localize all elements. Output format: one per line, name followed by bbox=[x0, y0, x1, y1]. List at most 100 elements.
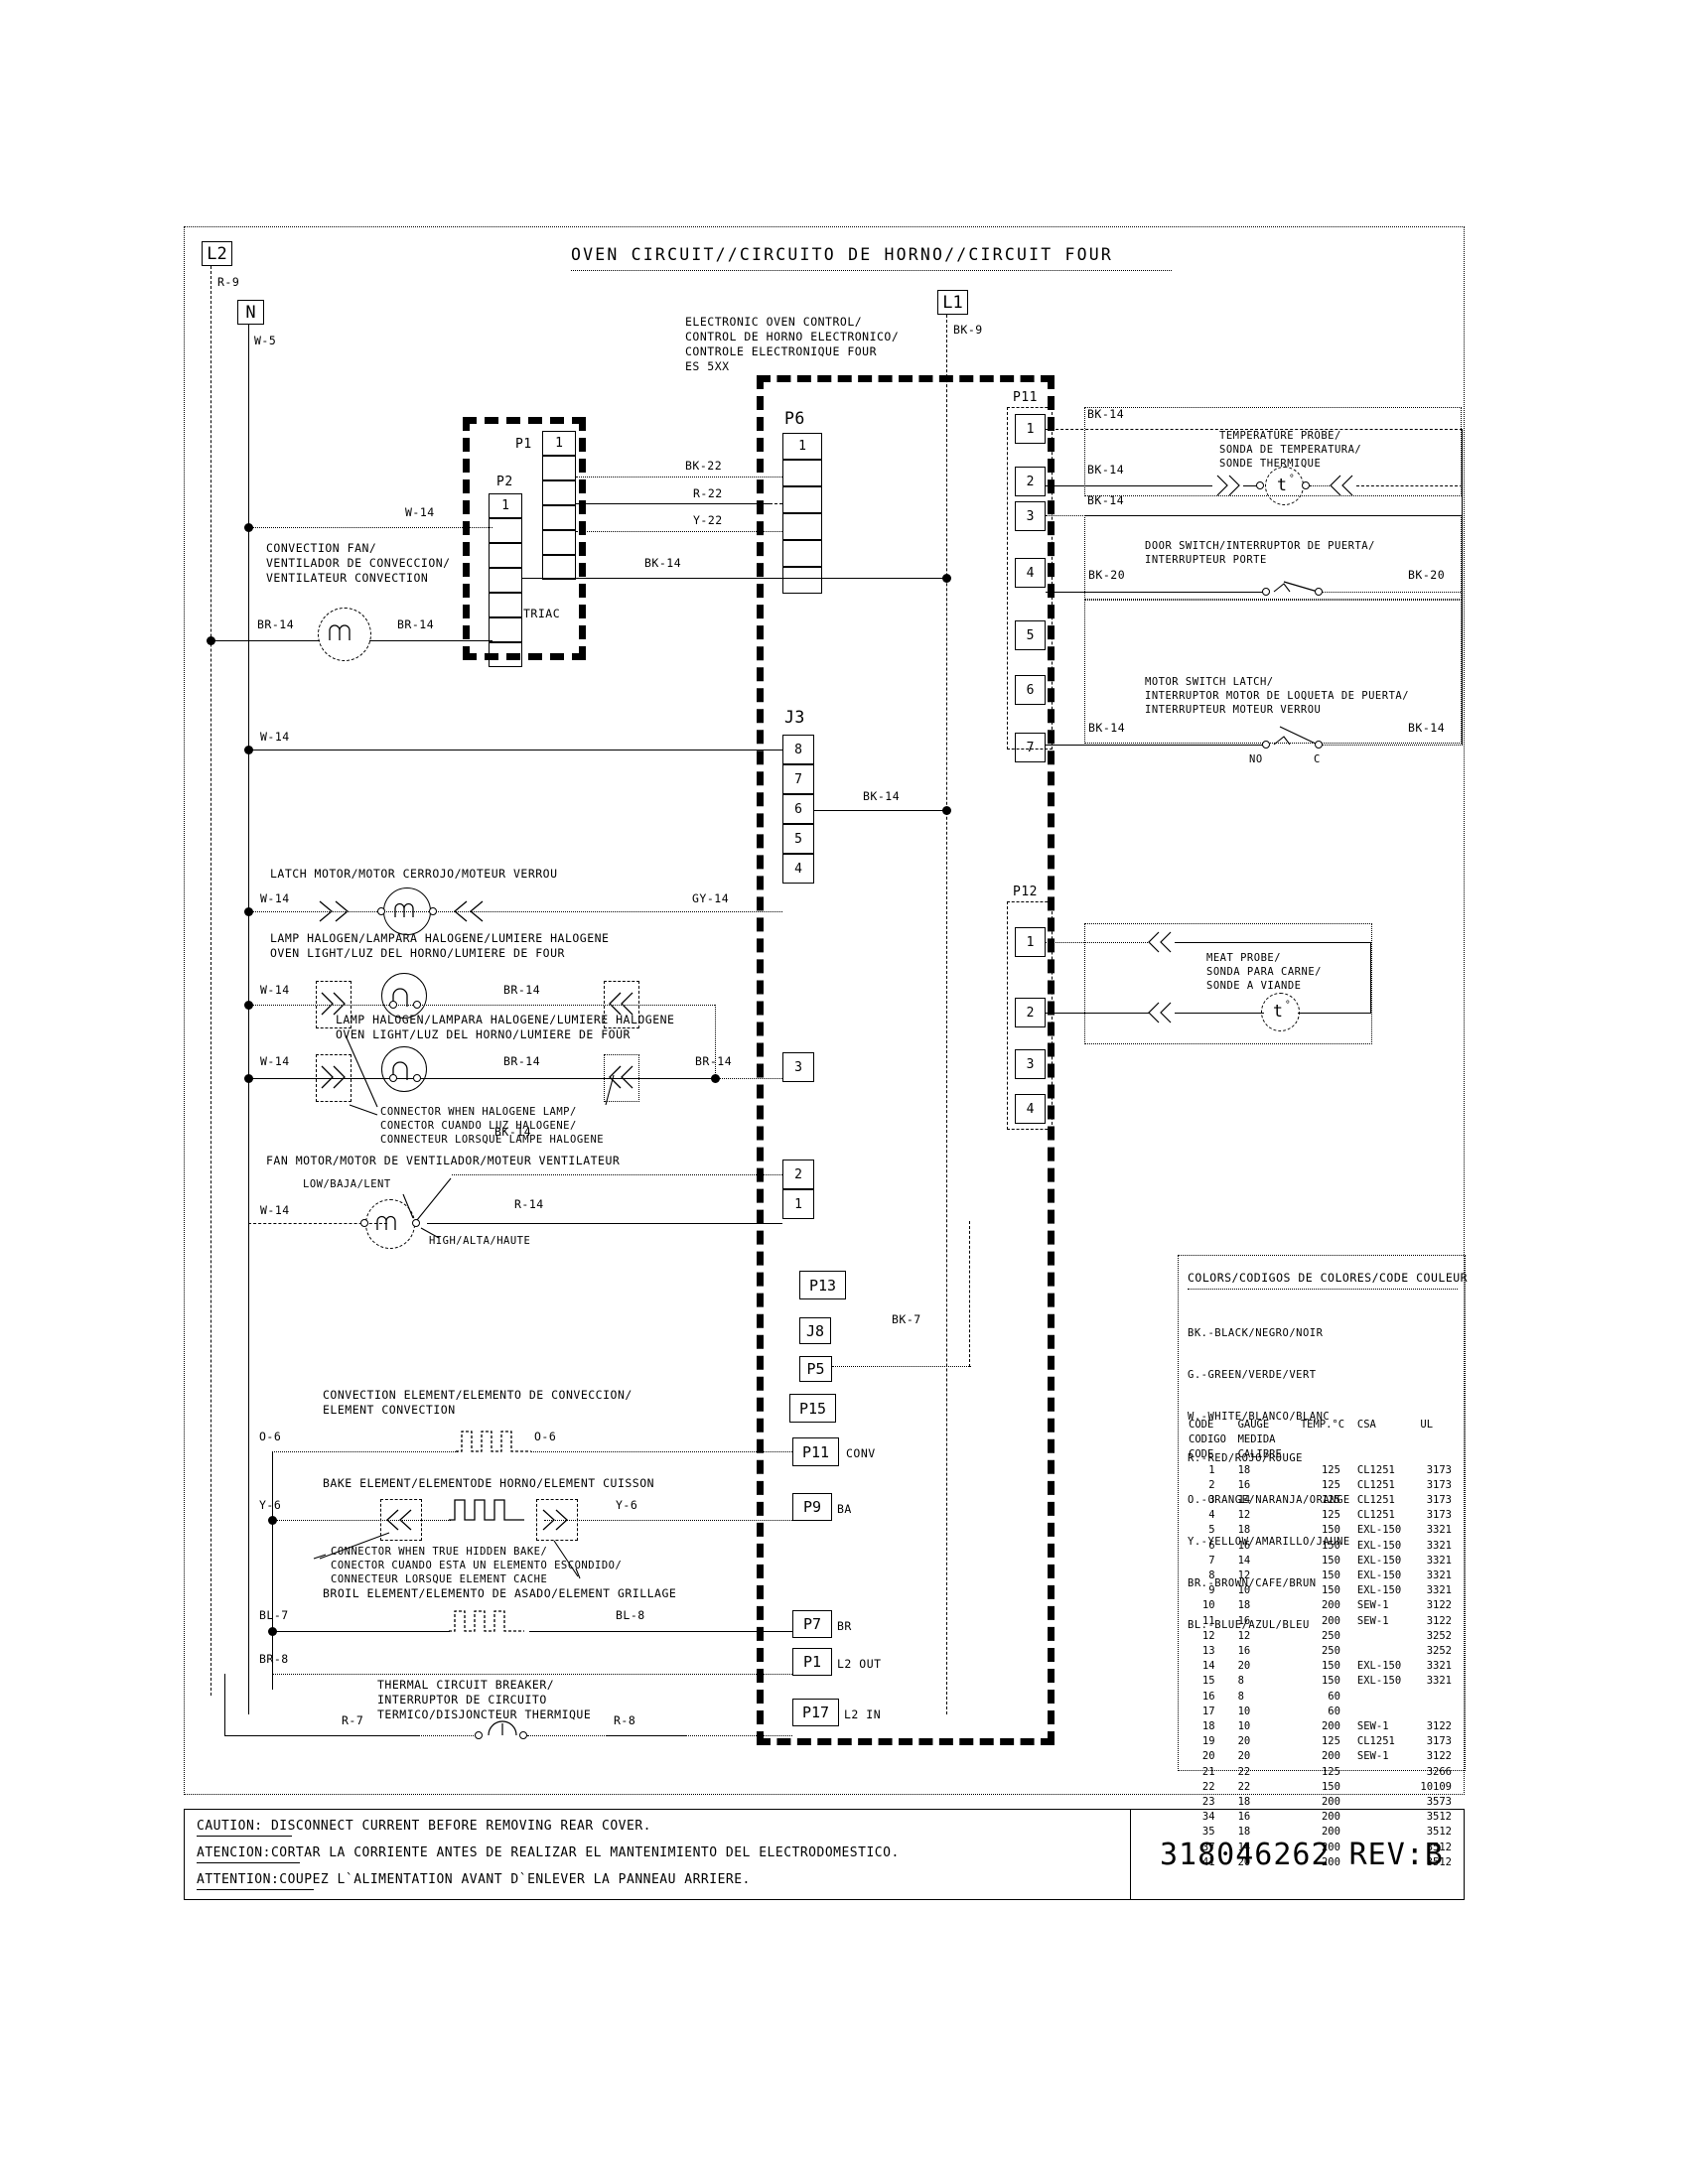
gauge-cell-temp: 200 bbox=[1321, 1599, 1340, 1612]
connector-p11-right-pin-6: 6 bbox=[1015, 675, 1046, 705]
gauge-cell-ul: 3321 bbox=[1426, 1554, 1452, 1567]
gauge-cell-csa: EXL-150 bbox=[1356, 1584, 1402, 1597]
fan-motor-low-label: LOW/BAJA/LENT bbox=[303, 1178, 391, 1190]
connector-p1-label: P1 bbox=[515, 437, 532, 452]
gauge-cell-ul: 3321 bbox=[1426, 1675, 1452, 1688]
legend-color-1: G.-GREEN/VERDE/VERT bbox=[1188, 1369, 1317, 1381]
fan-motor-term-left bbox=[360, 1219, 368, 1227]
gauge-cell-temp: 150 bbox=[1321, 1554, 1340, 1567]
connector-p1-pin-6 bbox=[542, 555, 576, 580]
terminal-n: N bbox=[237, 300, 264, 325]
gauge-cell-temp: 150 bbox=[1321, 1660, 1340, 1673]
connector-p1-l2out-label: P1 bbox=[802, 1653, 822, 1671]
gauge-table-row: 15 8 150 EXL-150 3321 bbox=[1188, 1674, 1458, 1689]
gauge-cell-code: 5 bbox=[1208, 1524, 1215, 1537]
wire-tag-bk7: BK-7 bbox=[892, 1312, 921, 1326]
gauge-cell-temp: 150 bbox=[1321, 1675, 1340, 1688]
connector-p6-pin-5 bbox=[782, 540, 822, 567]
wire-tcb-to-p17 bbox=[686, 1735, 792, 1736]
connector-p17-label: P17 bbox=[801, 1704, 830, 1721]
connector-p12-right-pin-2: 2 bbox=[1015, 998, 1046, 1027]
temperature-probe-label: TEMPERATURE PROBE/ SONDA DE TEMPERATURA/… bbox=[1219, 430, 1362, 470]
connector-p11-right-pin-7: 7 bbox=[1015, 733, 1046, 762]
wire-tag-bk14-j3-6: BK-14 bbox=[863, 789, 901, 803]
meat-probe-glyph: t bbox=[1273, 1002, 1284, 1021]
gauge-cell-ul: 3122 bbox=[1426, 1720, 1452, 1733]
terminal-l2: L2 bbox=[202, 241, 232, 266]
temp-probe-term-right bbox=[1302, 481, 1310, 489]
wire-p11-2-left bbox=[1046, 485, 1212, 486]
connector-p12-right-label: P12 bbox=[1013, 885, 1038, 899]
wire-bake-element-right bbox=[544, 1520, 792, 1521]
gauge-cell-gauge: 16 bbox=[1237, 1539, 1251, 1552]
gauge-cell-temp: 200 bbox=[1321, 1796, 1340, 1809]
gauge-cell-temp: 125 bbox=[1321, 1735, 1340, 1748]
gauge-cell-ul: 3173 bbox=[1426, 1494, 1452, 1507]
gauge-cell-ul: 3321 bbox=[1426, 1660, 1452, 1673]
wire-tag-p11-2-bk14: BK-14 bbox=[1087, 463, 1125, 477]
convection-fan-label: CONVECTION FAN/ VENTILADOR DE CONVECCION… bbox=[266, 541, 451, 585]
gauge-cell-temp: 250 bbox=[1321, 1629, 1340, 1642]
connector-p7-br: P7 bbox=[792, 1610, 832, 1638]
bake-element-label: BAKE ELEMENT/ELEMENTODE HORNO/ELEMENT CU… bbox=[323, 1476, 655, 1490]
connector-j3-pin-1: 1 bbox=[782, 1189, 814, 1219]
caution-fr-underline bbox=[197, 1889, 314, 1890]
gauge-table-subheader-row-2: CODE CALIBRE bbox=[1188, 1447, 1458, 1462]
door-switch-contact-right bbox=[1315, 588, 1323, 596]
connector-p11-right-label: P11 bbox=[1013, 390, 1038, 405]
gauge-cell-csa: SEW-1 bbox=[1356, 1599, 1389, 1612]
gauge-cell-temp: 200 bbox=[1321, 1720, 1340, 1733]
fan-motor-leader-lines bbox=[402, 1177, 452, 1239]
latch-motor-coil-glyph bbox=[394, 902, 414, 917]
gauge-cell-code: 1 bbox=[1208, 1463, 1215, 1476]
temp-probe-glyph: t bbox=[1277, 476, 1288, 494]
gauge-cell-ul: 3173 bbox=[1426, 1463, 1452, 1476]
gauge-cell-gauge: 8 bbox=[1237, 1675, 1244, 1688]
gauge-cell-gauge: 18 bbox=[1237, 1524, 1251, 1537]
wire-tag-w14-conv: W-14 bbox=[405, 505, 435, 519]
wire-meat-probe-top-right bbox=[1175, 942, 1371, 943]
gauge-cell-csa bbox=[1356, 1644, 1419, 1659]
gauge-cell-csa: CL1251 bbox=[1356, 1478, 1395, 1491]
gauge-cell-csa: CL1251 bbox=[1356, 1509, 1395, 1522]
wire-bk7-horizontal bbox=[832, 1366, 971, 1367]
connector-p1-pin-2 bbox=[542, 456, 576, 480]
part-number: 318046262 REV:B bbox=[1160, 1838, 1444, 1872]
gauge-cell-ul: 3573 bbox=[1426, 1796, 1452, 1809]
wire-meat-probe-out bbox=[1298, 1013, 1371, 1014]
connector-p9-label: P9 bbox=[802, 1498, 822, 1516]
gauge-cell-ul: 3252 bbox=[1426, 1629, 1452, 1642]
bake-element-coil-symbol bbox=[449, 1499, 524, 1521]
connector-p11-conv-tag: CONV bbox=[846, 1446, 876, 1460]
hidden-bake-leader-lines bbox=[313, 1532, 581, 1579]
wire-fan-r14 bbox=[427, 1223, 782, 1224]
wire-bk22 bbox=[576, 477, 782, 478]
wire-tag-bl7: BL-7 bbox=[259, 1608, 289, 1622]
caution-en-underline bbox=[197, 1836, 292, 1837]
wire-convection-element-right bbox=[531, 1451, 792, 1452]
connector-p13-label: P13 bbox=[808, 1276, 837, 1295]
wire-tag-w14-lamp1: W-14 bbox=[260, 983, 290, 997]
connector-j3-pin-4: 4 bbox=[782, 854, 814, 884]
junction-node-lamp2-right bbox=[711, 1074, 720, 1083]
terminal-l1: L1 bbox=[937, 290, 968, 315]
wire-bk14-j3-6 bbox=[814, 810, 949, 811]
wire-tag-w5-n: W-5 bbox=[254, 334, 277, 347]
wire-w14-j3-8 bbox=[248, 750, 782, 751]
triac-label: TRIAC bbox=[523, 607, 561, 620]
motor-switch-latch-label: MOTOR SWITCH LATCH/ INTERRUPTOR MOTOR DE… bbox=[1145, 676, 1410, 716]
connector-p7-label: P7 bbox=[802, 1615, 822, 1633]
gauge-cell-ul: 3266 bbox=[1426, 1765, 1452, 1778]
gauge-sub2-gauge: CALIBRE bbox=[1237, 1448, 1282, 1461]
gauge-cell-csa bbox=[1356, 1705, 1419, 1719]
connector-p6-label: P6 bbox=[784, 409, 805, 428]
wire-tcb-left-solid bbox=[224, 1735, 418, 1736]
motor-switch-latch-enclosure bbox=[1084, 600, 1462, 744]
fan-motor-label: FAN MOTOR/MOTOR DE VENTILADOR/MOTEUR VEN… bbox=[266, 1154, 621, 1167]
connector-p1-l2out: P1 bbox=[792, 1648, 832, 1676]
terminal-l2-label: L2 bbox=[207, 243, 227, 264]
connector-p1-pin-4 bbox=[542, 505, 576, 530]
legend-title: COLORS/CODIGOS DE COLORES/CODE COULEUR bbox=[1188, 1271, 1469, 1285]
connector-j3-pin-6: 6 bbox=[782, 794, 814, 824]
gauge-cell-csa: EXL-150 bbox=[1356, 1524, 1402, 1537]
